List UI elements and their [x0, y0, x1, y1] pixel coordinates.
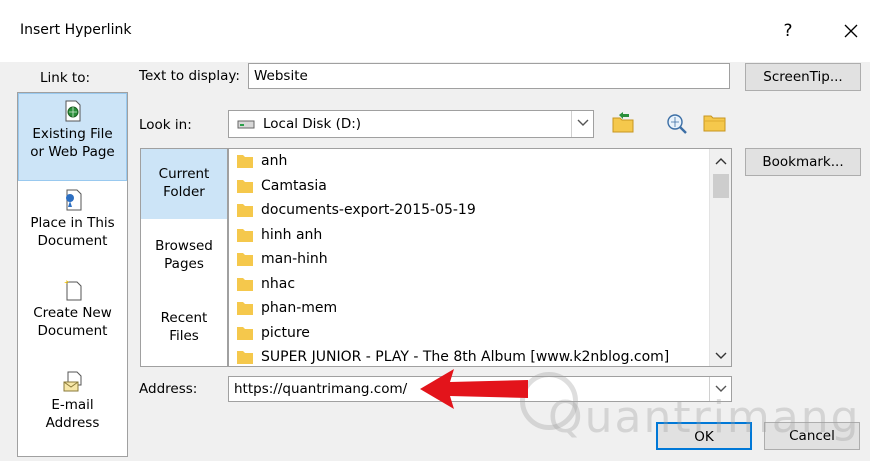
list-item-label: man-hinh [261, 251, 328, 267]
email-icon [63, 371, 81, 392]
folder-icon [237, 302, 253, 315]
list-item-label: Camtasia [261, 177, 327, 194]
up-folder-icon [612, 112, 634, 133]
places-bar: Current Folder Browsed Pages Recent File… [140, 148, 228, 367]
link-existing-file-line1: Existing File [32, 126, 113, 142]
look-in-label: Look in: [139, 117, 192, 133]
link-email-address-line1: E-mail [51, 397, 94, 413]
place-browsed-pages[interactable]: Browsed Pages [141, 221, 227, 291]
folder-icon [237, 351, 253, 364]
place-browsed-pages-line2: Pages [164, 256, 204, 272]
text-to-display-input[interactable]: Website [248, 63, 730, 89]
list-item-label: SUPER JUNIOR - PLAY - The 8th Album [www… [261, 349, 670, 365]
place-recent-files[interactable]: Recent Files [141, 293, 227, 363]
bookmark-button[interactable]: Bookmark... [745, 148, 861, 176]
close-icon [844, 24, 858, 38]
link-place-in-document-line1: Place in This [30, 215, 115, 231]
folder-icon [237, 228, 253, 242]
place-recent-files-line1: Recent [160, 310, 208, 326]
file-list-scrollbar[interactable] [709, 149, 731, 366]
link-place-in-document[interactable]: Place in This Document [18, 183, 127, 271]
list-item-label: documents-export-2015-05-19 [261, 202, 476, 218]
chevron-down-icon [577, 119, 589, 126]
web-page-icon [65, 100, 80, 122]
browse-file-button[interactable] [700, 108, 730, 138]
file-list[interactable]: anh Camtasia documents-export-2015-05-19… [228, 148, 732, 367]
folder-icon [237, 326, 253, 340]
scroll-down-icon[interactable] [715, 352, 727, 360]
link-place-in-document-line2: Document [37, 233, 108, 249]
list-item[interactable]: anh [237, 149, 287, 173]
list-item[interactable]: hinh anh [237, 223, 322, 247]
list-item[interactable]: phan-mem [237, 296, 337, 320]
watermark-text: Quantrimang [548, 392, 861, 443]
list-item-label: phan-mem [261, 300, 338, 316]
link-create-new-document[interactable]: Create New Document [18, 273, 127, 361]
folder-icon [237, 253, 253, 266]
list-item[interactable]: nhac [237, 272, 295, 296]
folder-icon [237, 179, 253, 193]
link-create-new-document-line2: Document [37, 323, 108, 339]
list-item[interactable]: Camtasia [237, 174, 327, 198]
drive-icon [237, 120, 255, 129]
place-current-folder-line1: Current [158, 166, 210, 182]
red-arrow-annotation [420, 369, 528, 409]
address-label: Address: [139, 381, 198, 397]
close-button[interactable] [836, 16, 866, 46]
dialog-title: Insert Hyperlink [20, 22, 132, 38]
place-browsed-pages-line1: Browsed [155, 238, 213, 254]
place-current-folder[interactable]: Current Folder [141, 149, 227, 219]
title-bar: Insert Hyperlink ? [0, 0, 870, 62]
place-current-folder-line2: Folder [163, 184, 205, 200]
link-existing-file[interactable]: Existing File or Web Page [18, 93, 127, 181]
scrollbar-thumb[interactable] [713, 174, 729, 198]
link-create-new-document-line1: Create New [33, 305, 112, 321]
link-email-address-line2: Address [45, 415, 100, 431]
link-to-bar: Existing File or Web Page Place in This … [17, 92, 128, 457]
help-button[interactable]: ? [773, 16, 803, 46]
link-to-label: Link to: [40, 70, 91, 86]
list-item-label: picture [261, 324, 310, 341]
look-in-combo[interactable]: Local Disk (D:) [228, 110, 594, 138]
up-folder-button[interactable] [608, 108, 638, 138]
scroll-up-icon[interactable] [715, 157, 727, 165]
list-item-label: hinh anh [261, 226, 323, 243]
folder-icon [237, 204, 253, 217]
list-item-label: nhac [261, 275, 296, 292]
new-document-icon [63, 280, 81, 301]
browse-file-icon [703, 115, 726, 132]
browse-web-button[interactable] [662, 108, 692, 138]
folder-icon [237, 155, 253, 168]
list-item-label: anh [261, 153, 288, 169]
folder-icon [237, 277, 253, 291]
list-item[interactable]: documents-export-2015-05-19 [237, 198, 476, 222]
place-in-document-icon [65, 189, 81, 211]
link-existing-file-line2: or Web Page [30, 144, 115, 160]
list-item[interactable]: picture [237, 321, 310, 345]
list-item[interactable]: man-hinh [237, 247, 328, 271]
link-email-address[interactable]: E-mail Address [18, 365, 127, 453]
address-value: https://quantrimang.com/ [234, 381, 408, 397]
place-recent-files-line2: Files [169, 328, 199, 344]
screentip-button[interactable]: ScreenTip... [745, 63, 861, 91]
text-to-display-label: Text to display: [139, 68, 240, 84]
list-item[interactable]: SUPER JUNIOR - PLAY - The 8th Album [www… [237, 345, 670, 366]
look-in-dropdown-arrow[interactable] [571, 111, 593, 137]
browse-web-icon [667, 114, 687, 134]
look-in-value: Local Disk (D:) [263, 116, 362, 132]
